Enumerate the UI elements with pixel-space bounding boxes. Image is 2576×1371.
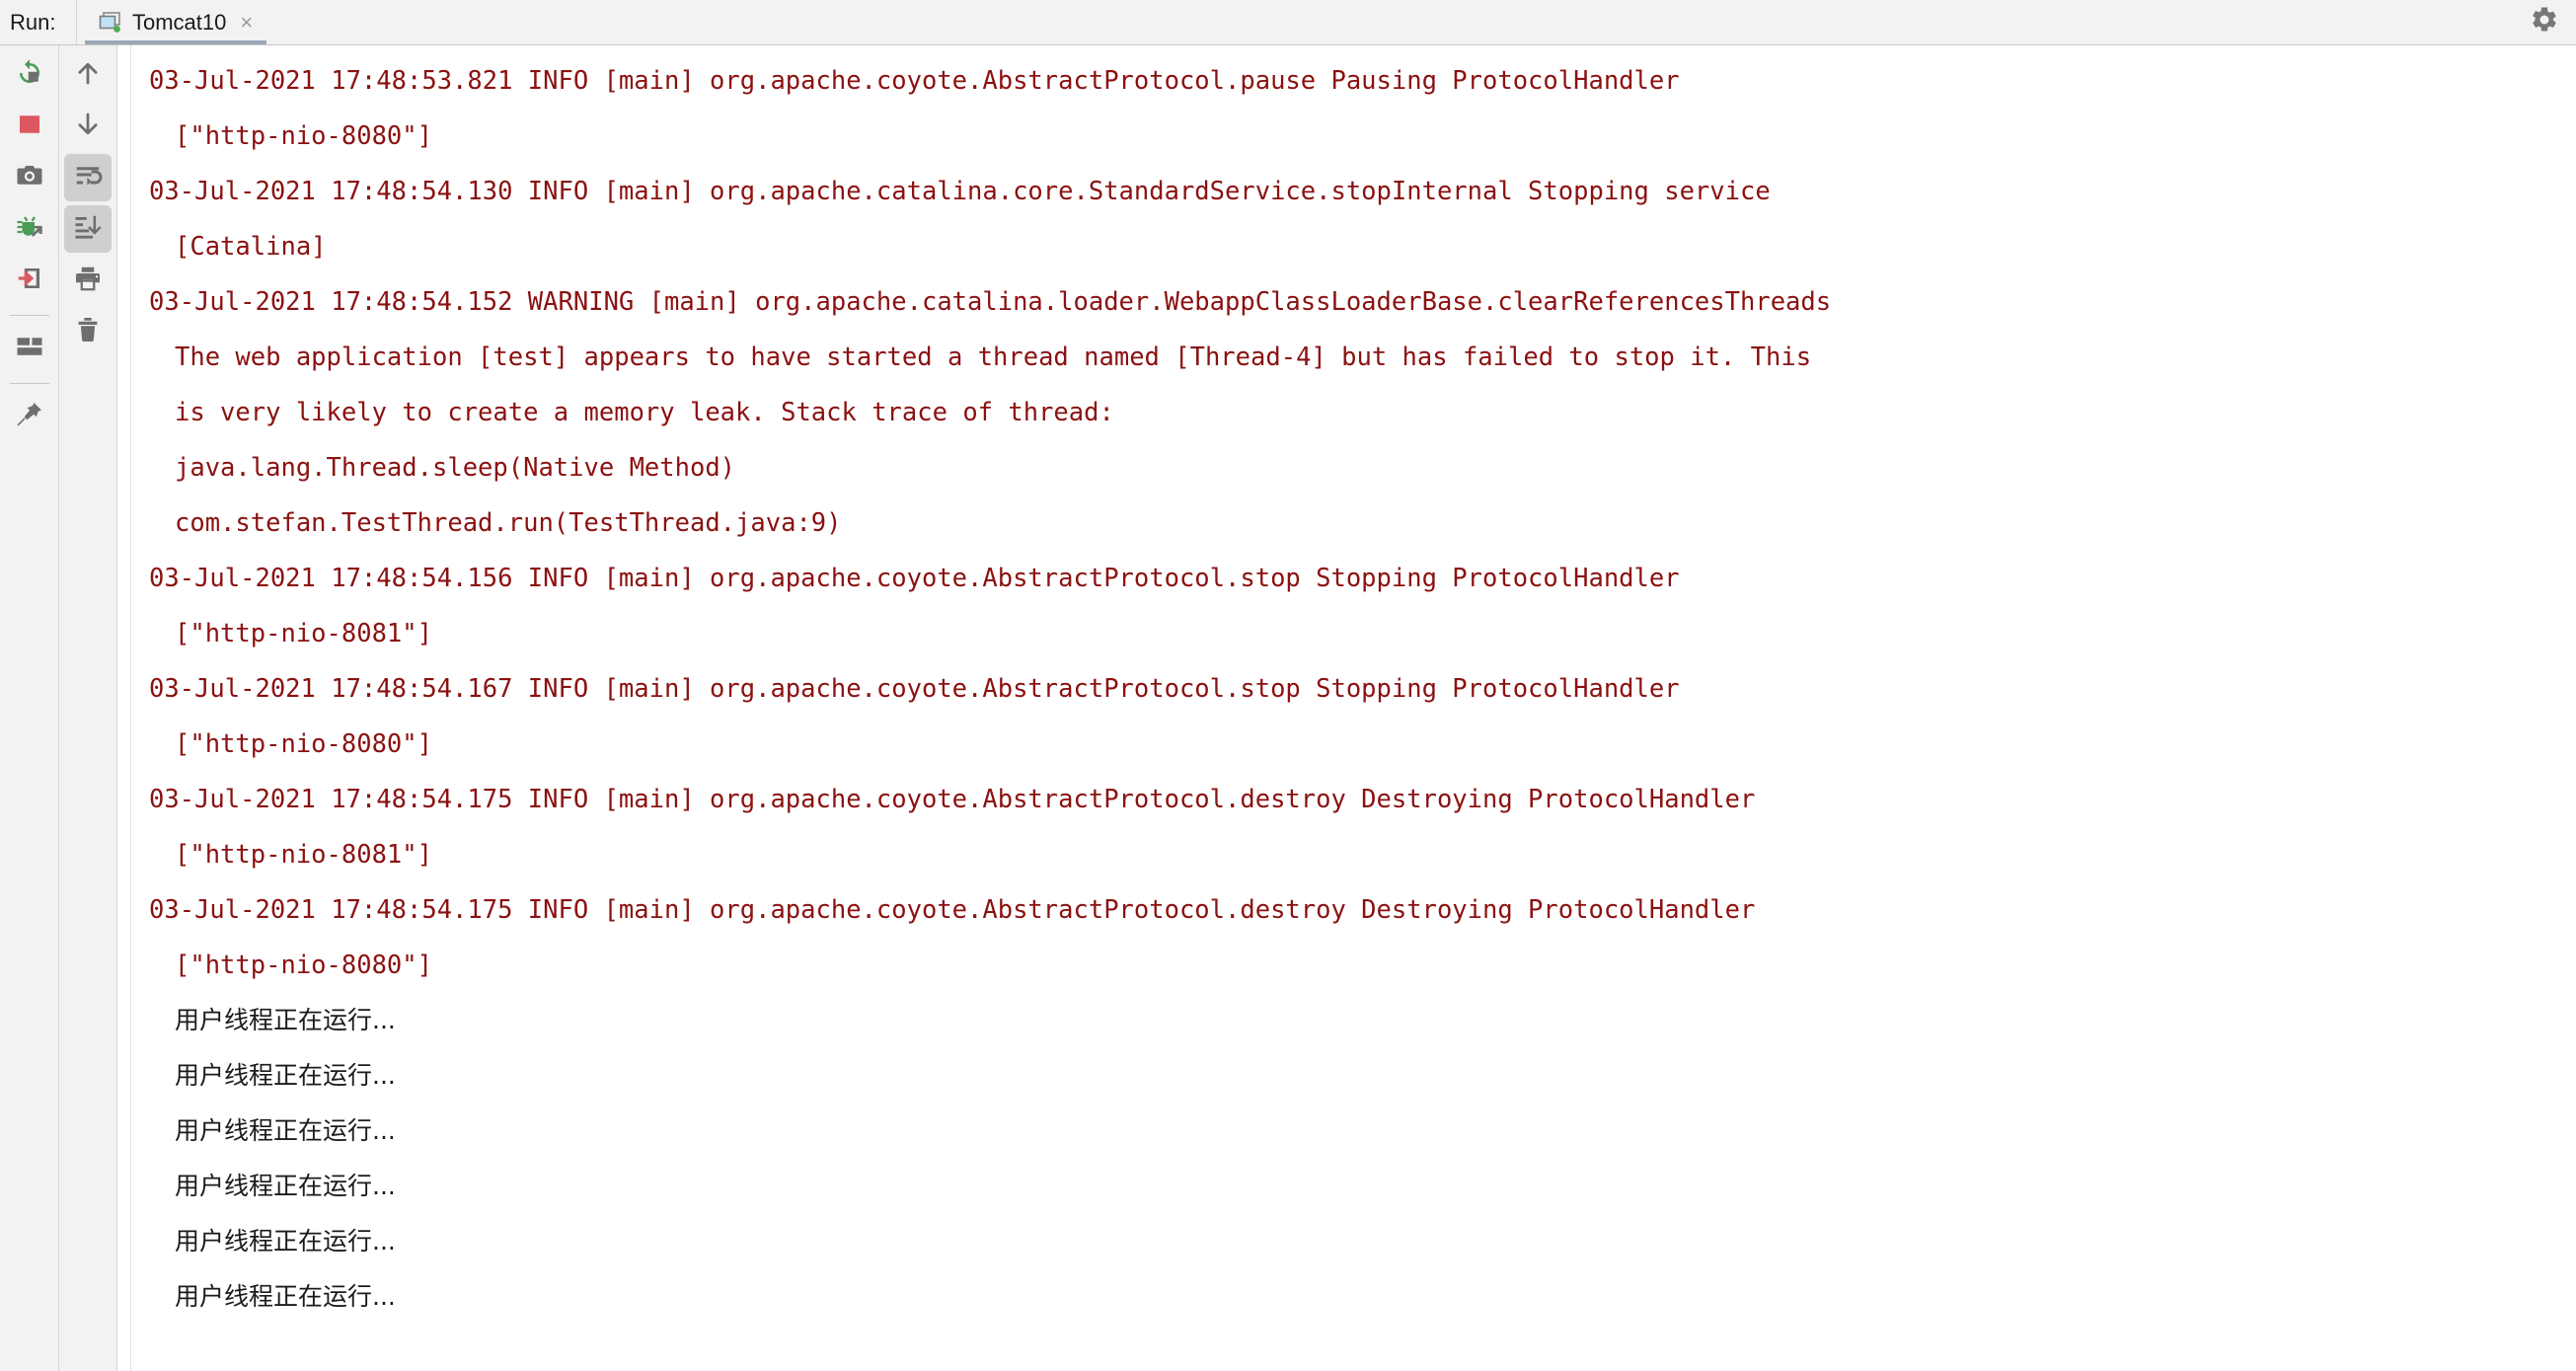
console-line: 03-Jul-2021 17:48:54.175 INFO [main] org… xyxy=(149,895,1756,925)
console-line: The web application [test] appears to ha… xyxy=(175,343,1812,372)
printer-icon xyxy=(73,264,103,298)
console-line: com.stefan.TestThread.run(TestThread.jav… xyxy=(175,508,842,538)
console-toolbars xyxy=(0,45,117,1371)
rerun-icon xyxy=(15,58,44,93)
debug-bug-icon xyxy=(15,212,44,247)
scroll-to-end-icon xyxy=(73,212,103,247)
run-label: Run: xyxy=(0,0,77,44)
rerun-button[interactable] xyxy=(6,51,53,99)
trash-icon xyxy=(73,315,103,349)
console-toolbar-secondary xyxy=(58,45,116,1371)
run-tool-window: Run: Tomcat10 × 03-Jul-2021 17:48:53.821… xyxy=(0,0,2576,1371)
soft-wrap-icon xyxy=(73,161,103,195)
arrow-into-box-icon xyxy=(15,264,44,298)
stop-square-icon xyxy=(15,110,44,144)
console-line: java.lang.Thread.sleep(Native Method) xyxy=(175,453,736,483)
close-icon[interactable]: × xyxy=(236,10,257,36)
layout-button[interactable] xyxy=(6,325,53,372)
up-button[interactable] xyxy=(64,51,112,99)
console-line: 03-Jul-2021 17:48:54.152 WARNING [main] … xyxy=(149,287,1832,317)
pin-icon xyxy=(15,400,44,434)
clear-all-button[interactable] xyxy=(64,308,112,355)
toolbar-separator-2 xyxy=(9,383,49,384)
console-line: ["http-nio-8080"] xyxy=(175,121,432,151)
down-button[interactable] xyxy=(64,103,112,150)
console-line: 用户线程正在运行... xyxy=(175,1227,396,1256)
console-scroll-area[interactable]: 03-Jul-2021 17:48:53.821 INFO [main] org… xyxy=(117,45,2576,1371)
stop-button[interactable] xyxy=(6,103,53,150)
run-toolwindow-body: 03-Jul-2021 17:48:53.821 INFO [main] org… xyxy=(0,45,2576,1371)
console-line: 用户线程正在运行... xyxy=(175,1282,396,1311)
gear-icon xyxy=(2530,5,2559,39)
camera-icon xyxy=(15,161,44,195)
console-line: 用户线程正在运行... xyxy=(175,1172,396,1200)
arrow-down-icon xyxy=(73,110,103,144)
run-label-text: Run: xyxy=(10,9,56,35)
settings-button[interactable] xyxy=(2513,0,2576,44)
console-line: 03-Jul-2021 17:48:54.167 INFO [main] org… xyxy=(149,674,1680,704)
console-line: ["http-nio-8080"] xyxy=(175,729,432,759)
console-toolbar-primary xyxy=(0,45,58,1371)
console-line: ["http-nio-8081"] xyxy=(175,619,432,648)
pin-tab-button[interactable] xyxy=(6,393,53,440)
toolbar-separator xyxy=(9,315,49,316)
console-line: ["http-nio-8080"] xyxy=(175,951,432,980)
console-line: 03-Jul-2021 17:48:53.821 INFO [main] org… xyxy=(149,66,1680,96)
console-line: ["http-nio-8081"] xyxy=(175,840,432,870)
tomcat-server-icon xyxy=(99,11,122,34)
screenshot-button[interactable] xyxy=(6,154,53,201)
console-line: [Catalina] xyxy=(175,232,327,262)
soft-wrap-button[interactable] xyxy=(64,154,112,201)
arrow-up-icon xyxy=(73,58,103,93)
console-line: 用户线程正在运行... xyxy=(175,1061,396,1090)
print-button[interactable] xyxy=(64,257,112,304)
run-toolwindow-header: Run: Tomcat10 × xyxy=(0,0,2576,45)
console-line: 用户线程正在运行... xyxy=(175,1006,396,1034)
scroll-to-end-button[interactable] xyxy=(64,205,112,253)
console-line: 03-Jul-2021 17:48:54.130 INFO [main] org… xyxy=(149,177,1771,206)
header-filler xyxy=(274,0,2513,44)
console-line: 03-Jul-2021 17:48:54.156 INFO [main] org… xyxy=(149,564,1680,593)
layout-panels-icon xyxy=(15,332,44,366)
console-line: 03-Jul-2021 17:48:54.175 INFO [main] org… xyxy=(149,785,1756,814)
console-folding-gutter xyxy=(117,45,131,1371)
console-line: 用户线程正在运行... xyxy=(175,1116,396,1145)
console-output[interactable]: 03-Jul-2021 17:48:53.821 INFO [main] org… xyxy=(131,45,2576,1371)
tab-label: Tomcat10 xyxy=(132,9,227,35)
import-button[interactable] xyxy=(6,257,53,304)
debug-button[interactable] xyxy=(6,205,53,253)
tab-tomcat10[interactable]: Tomcat10 × xyxy=(77,0,275,44)
console-line: is very likely to create a memory leak. … xyxy=(175,398,1114,427)
